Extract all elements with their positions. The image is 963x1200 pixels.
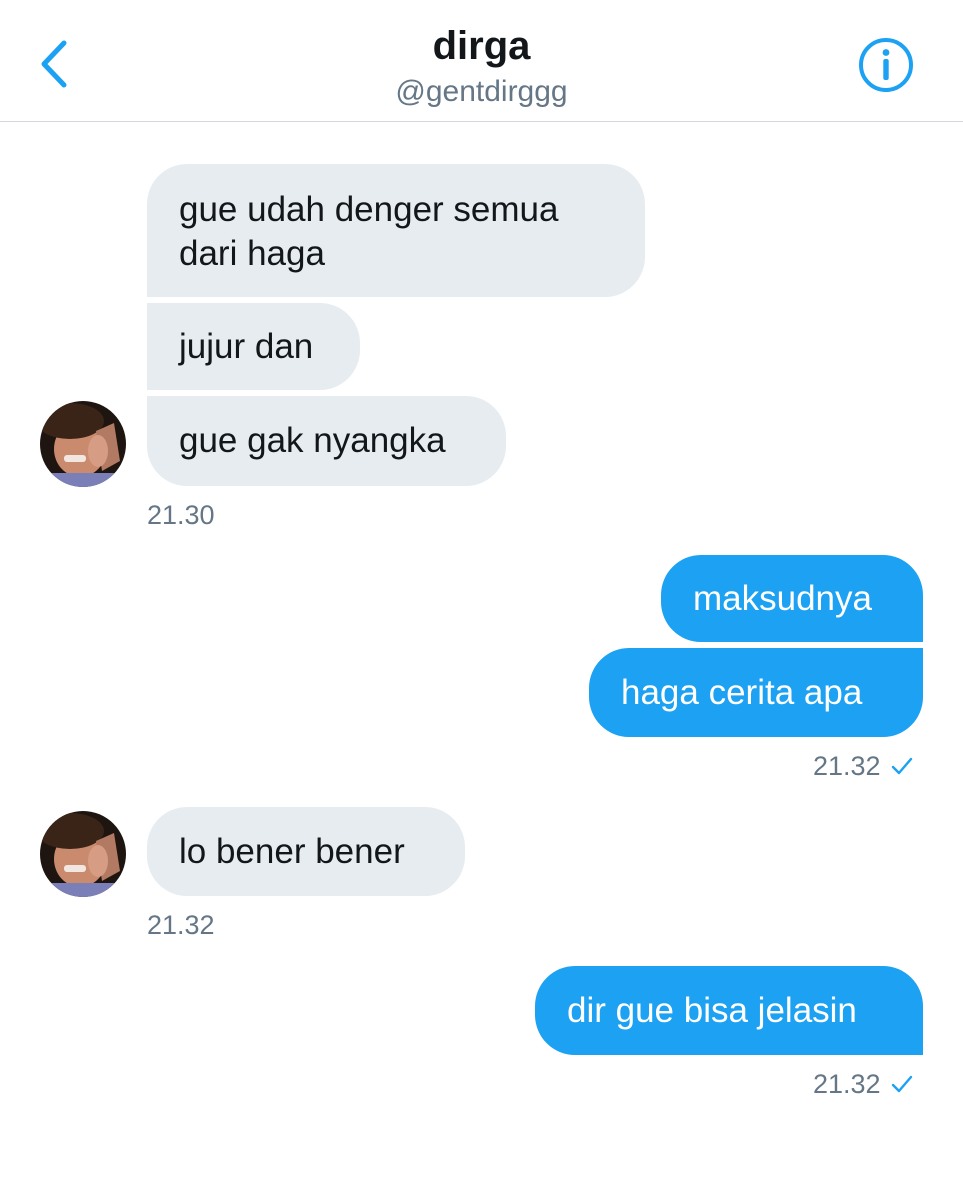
- message-timestamp: 21.32: [813, 1069, 881, 1099]
- header-title-block: dirga @gentdirggg: [0, 22, 963, 112]
- avatar[interactable]: [40, 401, 126, 487]
- conversation-handle: @gentdirggg: [395, 75, 568, 108]
- message-timestamp: 21.30: [147, 500, 215, 530]
- message-text: gue gak nyangka: [179, 421, 446, 460]
- info-button[interactable]: [858, 37, 914, 93]
- incoming-message-bubble[interactable]: gue udah denger semua dari haga: [147, 164, 645, 297]
- message-text: maksudnya: [693, 579, 872, 618]
- incoming-message-bubble[interactable]: jujur dan: [147, 303, 360, 390]
- message-timestamp-row: 21.32: [813, 750, 913, 782]
- message-text: jujur dan: [179, 327, 314, 366]
- message-text: haga cerita apa: [621, 673, 863, 712]
- message-text: lo bener bener: [179, 832, 405, 871]
- check-icon: [891, 757, 912, 775]
- outgoing-message-bubble[interactable]: maksudnya: [661, 555, 923, 642]
- profile-photo-icon: [40, 401, 126, 487]
- message-timestamp: 21.32: [813, 751, 881, 781]
- incoming-message-bubble[interactable]: lo bener bener: [147, 807, 465, 896]
- check-icon: [891, 1075, 912, 1093]
- message-text-line: gue udah denger semua: [179, 190, 559, 229]
- incoming-message-bubble[interactable]: gue gak nyangka: [147, 396, 506, 486]
- outgoing-message-bubble[interactable]: dir gue bisa jelasin: [535, 966, 923, 1055]
- profile-photo-icon: [40, 811, 126, 897]
- avatar[interactable]: [40, 811, 126, 897]
- message-text: dir gue bisa jelasin: [567, 991, 857, 1030]
- message-timestamp: 21.32: [147, 910, 215, 940]
- message-text-line: dari haga: [179, 234, 325, 273]
- conversation-header: dirga @gentdirggg: [0, 0, 963, 122]
- conversation-title: dirga: [432, 24, 531, 68]
- info-icon: [859, 38, 913, 92]
- outgoing-message-bubble[interactable]: haga cerita apa: [589, 648, 923, 737]
- message-timestamp-row: 21.32: [813, 1068, 913, 1100]
